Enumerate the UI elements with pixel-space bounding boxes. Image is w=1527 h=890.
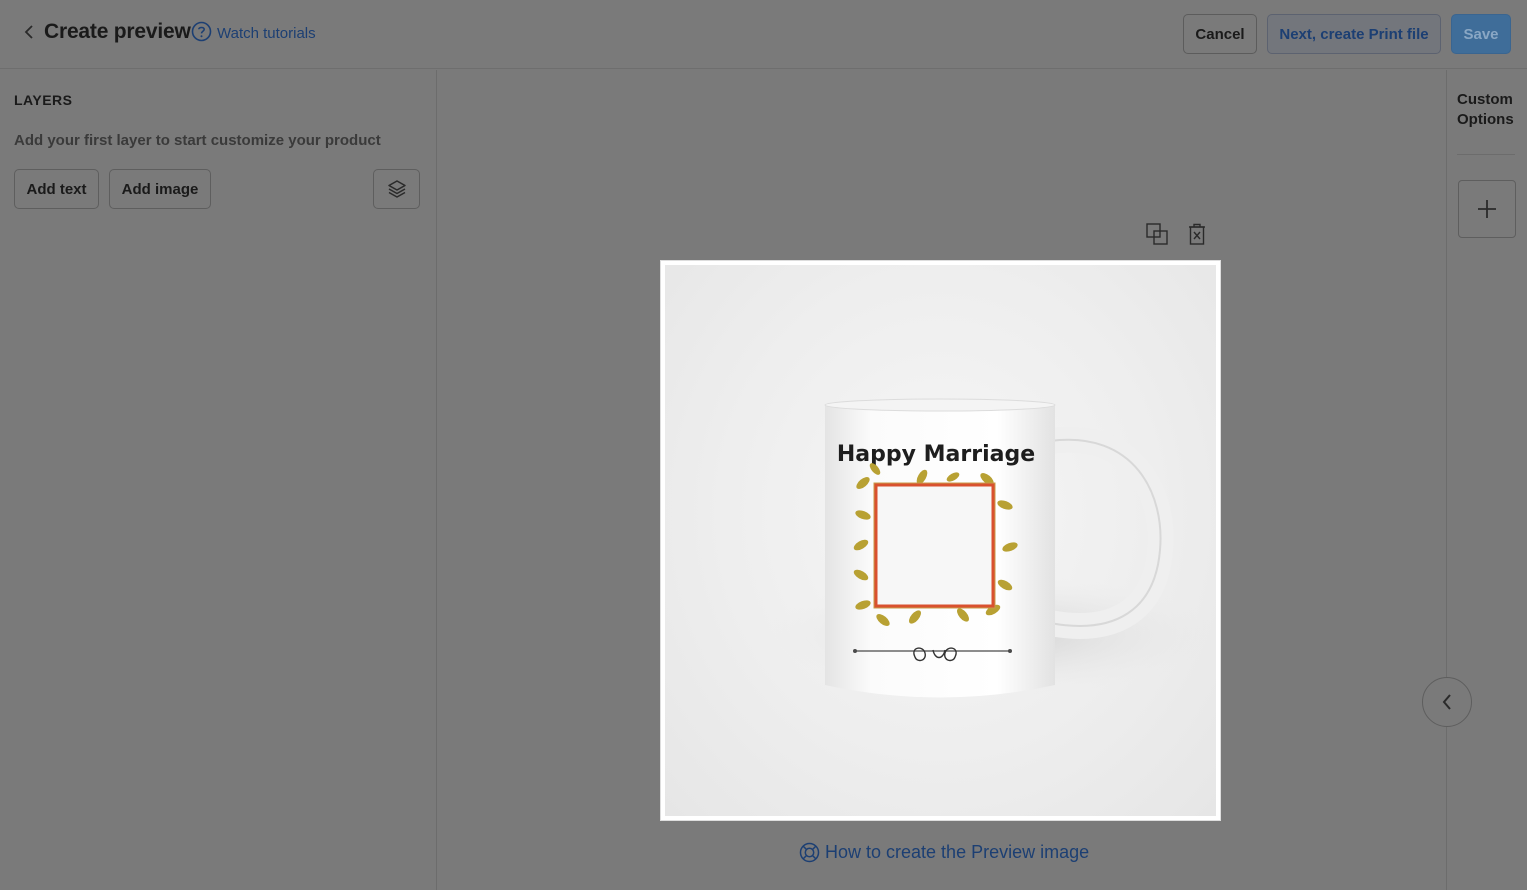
question-circle-icon[interactable] (191, 21, 212, 42)
cancel-button[interactable]: Cancel (1183, 14, 1257, 54)
duplicate-tool[interactable] (1144, 221, 1170, 247)
layers-panel: LAYERS Add your first layer to start cus… (0, 70, 437, 890)
divider (1457, 154, 1515, 155)
chevron-left-icon (24, 25, 33, 39)
preview-help-label: How to create the Preview image (825, 842, 1090, 862)
plus-icon (1478, 200, 1496, 218)
top-bar: Create preview Watch tutorials Cancel Ne… (0, 0, 1527, 69)
layers-button[interactable] (373, 169, 420, 209)
chevron-left-icon (1442, 694, 1451, 710)
preview-image-frame[interactable]: Happy Marriage (660, 260, 1221, 821)
watch-tutorials-link[interactable]: Watch tutorials (217, 25, 316, 42)
layers-stack-icon (387, 180, 406, 198)
mug-text: Happy Marriage (837, 442, 1035, 467)
lifebuoy-icon (799, 842, 820, 863)
next-create-print-file-button[interactable]: Next, create Print file (1267, 14, 1441, 54)
custom-options-title-line2: Options (1457, 111, 1514, 128)
collapse-panel-button[interactable] (1422, 677, 1472, 727)
delete-tool[interactable] (1184, 221, 1210, 247)
page-title: Create preview (44, 20, 191, 43)
mug-illustration: Happy Marriage (765, 398, 1216, 698)
back-button[interactable] (18, 21, 40, 43)
preview-help-link[interactable]: How to create the Preview image (799, 842, 1089, 863)
layers-title: LAYERS (14, 92, 73, 108)
layers-hint: Add your first layer to start customize … (14, 132, 381, 149)
save-button[interactable]: Save (1451, 14, 1511, 54)
custom-options-title-line1: Custom (1457, 91, 1513, 108)
add-custom-option-button[interactable] (1458, 180, 1516, 238)
add-image-button[interactable]: Add image (109, 169, 211, 209)
add-text-button[interactable]: Add text (14, 169, 99, 209)
duplicate-icon (1146, 223, 1168, 245)
canvas-area: Happy Marriage How to create the Preview… (437, 70, 1446, 890)
mug-preview-image: Happy Marriage (665, 265, 1216, 816)
trash-icon (1189, 223, 1205, 245)
custom-options-title: Custom Options (1457, 90, 1519, 130)
custom-options-panel: Custom Options (1446, 70, 1527, 890)
